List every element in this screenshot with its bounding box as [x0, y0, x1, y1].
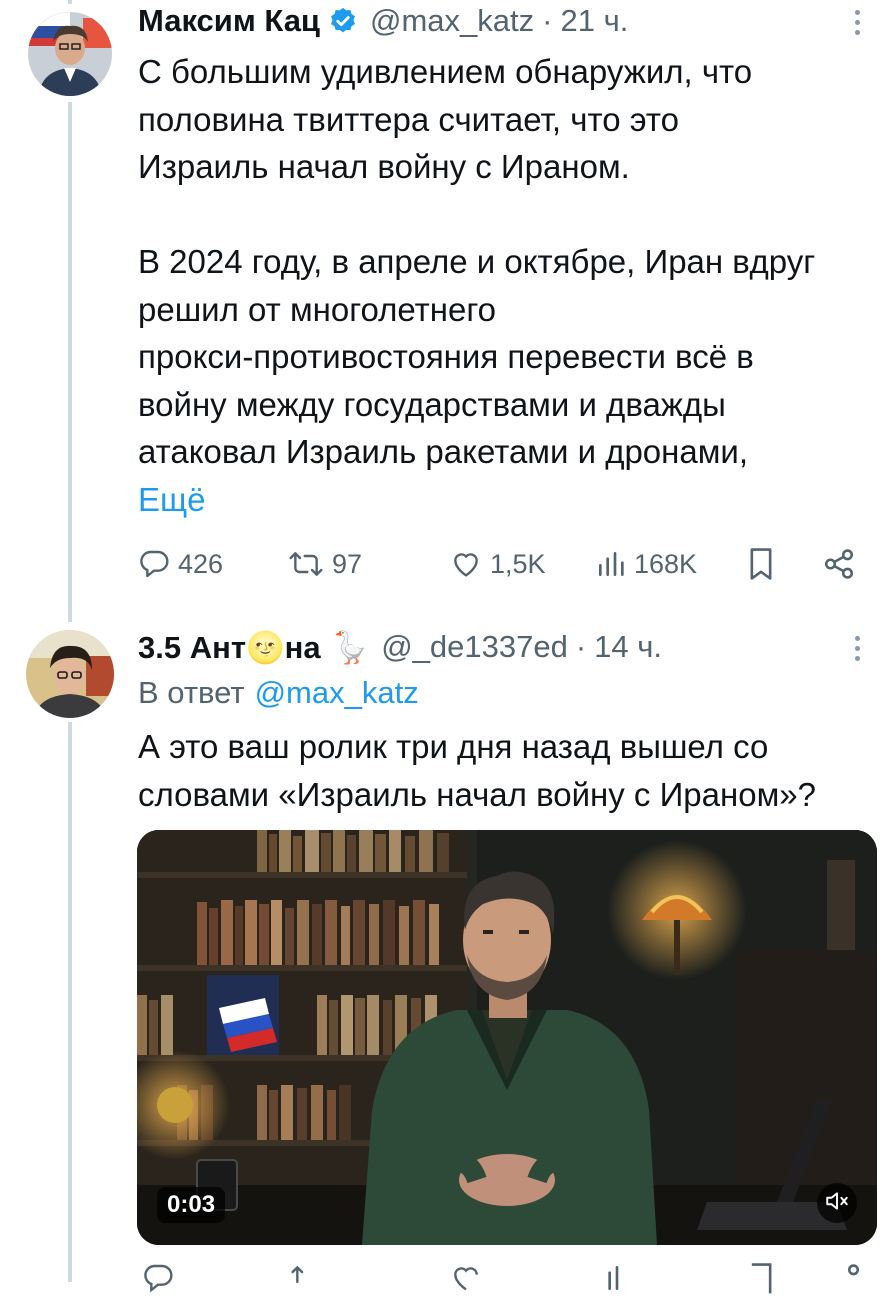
tweet-text-line: половина твиттера считает, что это [138, 100, 679, 138]
thread-line-tweet2 [68, 722, 72, 1282]
retweet-count: 97 [332, 548, 363, 579]
tweet-text-line: атаковал Израиль ракетами и дронами, [138, 433, 749, 470]
author-handle[interactable]: @_de1337ed [381, 629, 568, 665]
share-icon [822, 547, 856, 581]
avatar[interactable] [26, 630, 114, 718]
views-count: 168K [634, 548, 698, 579]
reply-icon [138, 548, 170, 580]
reply-to-link[interactable]: @max_katz [255, 675, 419, 711]
reply-context: В ответ @max_katz [138, 672, 419, 714]
separator-dot: · [575, 629, 587, 664]
tweet-time[interactable]: 14 ч. [594, 629, 662, 665]
reply-prefix: В ответ [138, 675, 245, 710]
author-name[interactable]: 3.5 Ант🌝на [138, 629, 321, 666]
author-name-part: 3.5 Ант [138, 629, 247, 665]
author-name-part: на [284, 629, 321, 665]
reply-icon[interactable] [142, 1262, 174, 1299]
tweet-time[interactable]: 21 ч. [560, 3, 628, 39]
tweet-actions: 426 97 1,5K 168K [138, 540, 858, 588]
author-handle[interactable]: @max_katz [370, 3, 534, 39]
video-duration: 0:03 [157, 1187, 226, 1223]
tweet-text-blank [138, 191, 868, 239]
tweet-header: 3.5 Ант🌝на 🪿 @_de1337ed · 14 ч. [138, 626, 662, 668]
share-icon[interactable] [828, 1262, 862, 1301]
tweet-header: Максим Кац @max_katz · 21 ч. [138, 0, 628, 42]
author-name[interactable]: Максим Кац [138, 3, 320, 39]
heart-icon [450, 548, 482, 580]
reply-count: 426 [178, 548, 224, 579]
show-more-link[interactable]: Ещё [138, 481, 206, 518]
retweet-icon [288, 548, 324, 580]
bookmark-button[interactable] [746, 540, 776, 588]
avatar[interactable] [28, 12, 112, 96]
tweet-text: А это ваш ролик три дня назад вышел со с… [138, 723, 868, 818]
moon-face-emoji: 🌝 [246, 629, 285, 665]
mute-button[interactable] [817, 1183, 857, 1223]
mute-icon [824, 1188, 850, 1219]
tweet-text-line: решил от многолетнего [138, 290, 497, 328]
more-options-icon[interactable] [852, 636, 862, 661]
tweet-text: С большим удивлением обнаружил, что поло… [138, 48, 868, 523]
reply-button[interactable]: 426 [138, 540, 223, 588]
views-icon [596, 548, 626, 580]
tweet-text-line: прокси-противостояния перевести всё в [138, 338, 754, 375]
verified-badge-icon [328, 6, 358, 36]
retweet-button[interactable]: 97 [288, 540, 362, 588]
goose-emoji: 🪿 [330, 629, 370, 665]
retweet-icon[interactable] [290, 1262, 326, 1299]
more-options-icon[interactable] [852, 10, 862, 35]
bookmark-icon[interactable] [746, 1262, 776, 1301]
thread-line-tweet1 [68, 102, 72, 622]
like-button[interactable]: 1,5K [450, 540, 546, 588]
share-button[interactable] [822, 540, 856, 588]
thread-line-top [68, 0, 72, 4]
like-count: 1,5K [490, 548, 546, 579]
bookmark-icon [746, 547, 776, 581]
tweet-text-line: В 2024 году, в апреле и октябре, Иран вд… [138, 243, 816, 280]
video-player[interactable]: 0:03 [137, 830, 877, 1245]
tweet-text-line: войну между государствами и дважды [138, 385, 726, 423]
tweet-text-line: словами «Израиль начал войну с Ираном»? [138, 775, 816, 813]
separator-dot: · [542, 3, 553, 38]
tweet-text-line: А это ваш ролик три дня назад вышел со [138, 728, 769, 765]
tweet-text-line: С большим удивлением обнаружил, что [138, 53, 753, 90]
video-frame [137, 830, 877, 1245]
views-icon[interactable] [598, 1262, 628, 1299]
views-button[interactable]: 168K [596, 540, 697, 588]
heart-icon[interactable] [450, 1262, 482, 1299]
tweet-actions [138, 1262, 860, 1294]
tweet-text-line: Израиль начал войну с Ираном. [138, 148, 630, 185]
